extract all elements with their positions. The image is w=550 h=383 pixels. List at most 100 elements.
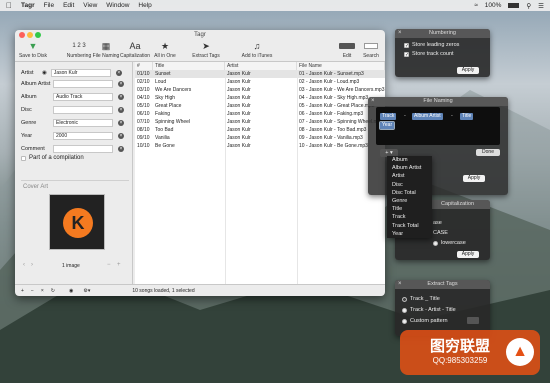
pattern-custom[interactable]: Custom pattern xyxy=(402,318,448,324)
clear-icon[interactable]: × xyxy=(41,288,44,294)
gear-icon[interactable]: ⚙▾ xyxy=(83,288,90,294)
clear-genre-icon[interactable]: × xyxy=(118,119,124,126)
capitalization-apply-button[interactable]: Apply xyxy=(457,251,479,258)
clear-comment-icon[interactable]: × xyxy=(118,145,124,152)
menu-item-token[interactable]: Album xyxy=(387,156,432,164)
pattern-track-title[interactable]: Track _ Title xyxy=(402,296,440,302)
numbering-apply-button[interactable]: Apply xyxy=(457,67,479,74)
leading-zeros-checkbox-box[interactable]: ✓ xyxy=(404,42,409,48)
done-button[interactable]: Done xyxy=(476,149,500,156)
menu-help[interactable]: Help xyxy=(138,2,151,9)
col-header-title[interactable]: Title xyxy=(153,62,225,70)
close-palette-icon[interactable]: × xyxy=(398,280,402,289)
table-row[interactable]: 08/10 Too Bad Jason Kulr 08 - Jason Kulr - … xyxy=(135,126,385,134)
next-image-icon[interactable]: › xyxy=(31,262,33,268)
genre-field[interactable]: Electronic xyxy=(53,118,113,127)
album-artist-field[interactable] xyxy=(53,79,113,88)
prev-image-icon[interactable]: ‹ xyxy=(23,262,25,268)
search-button[interactable]: Search xyxy=(359,40,383,59)
minimize-window-button[interactable] xyxy=(27,32,33,38)
menu-file[interactable]: File xyxy=(44,2,54,9)
col-header-artist[interactable]: Artist xyxy=(225,62,297,70)
edit-button[interactable]: Edit xyxy=(335,40,359,59)
table-row[interactable]: 01/10 Sunset Jason Kulr 01 - Jason Kulr - S… xyxy=(135,70,385,78)
custom-pattern-field[interactable] xyxy=(467,317,479,324)
eye-icon[interactable]: ◉ xyxy=(42,70,47,76)
menu-item-token[interactable]: Disc Total xyxy=(387,189,432,197)
battery-icon[interactable] xyxy=(508,3,520,8)
apple-menu-icon[interactable]:  xyxy=(6,1,12,10)
cap-option-partial[interactable]: ase xyxy=(433,220,442,226)
extract-tags-button[interactable]: ➤ Extract Tags xyxy=(188,40,224,59)
menu-item-token[interactable]: Genre xyxy=(387,197,432,205)
clear-album-icon[interactable]: × xyxy=(118,93,124,100)
album-field[interactable]: Audio Track xyxy=(53,92,113,101)
table-row[interactable]: 03/10 We Are Dancers Jason Kulr 03 - Jason … xyxy=(135,86,385,94)
menu-window[interactable]: Window xyxy=(106,2,129,9)
token-track[interactable]: Track xyxy=(380,113,397,120)
menu-item-token[interactable]: Disc xyxy=(387,181,432,189)
radio-lowercase[interactable] xyxy=(433,240,438,246)
app-menu[interactable]: Tagr xyxy=(21,2,35,9)
compilation-checkbox-box[interactable] xyxy=(21,155,26,161)
table-row[interactable]: 07/10 Spinning Wheel Jason Kulr 07 - Jason … xyxy=(135,118,385,126)
track-count-checkbox-box[interactable]: ✓ xyxy=(404,51,409,57)
table-row[interactable]: 05/10 Great Place Jason Kulr 05 - Jason Kul… xyxy=(135,102,385,110)
token-title[interactable]: Title xyxy=(460,113,474,120)
cover-logo: K xyxy=(63,208,93,238)
zoom-window-button[interactable] xyxy=(35,32,41,38)
all-in-one-button[interactable]: ★ All in One xyxy=(147,40,183,59)
remove-button[interactable]: − xyxy=(31,288,34,294)
radio-track-title[interactable] xyxy=(402,296,407,302)
disc-field[interactable] xyxy=(53,105,113,114)
token-year[interactable]: Year xyxy=(378,121,396,130)
track-count-checkbox[interactable]: ✓ Store track count xyxy=(404,51,454,57)
wifi-icon[interactable]: ≈ xyxy=(474,2,478,9)
table-row[interactable]: 10/10 Be Gone Jason Kulr 10 - Jason Kulr - … xyxy=(135,142,385,150)
menu-item-token[interactable]: Track Total xyxy=(387,222,432,230)
comment-field[interactable] xyxy=(53,144,113,153)
save-button[interactable]: ▼ Save to Disk xyxy=(15,40,51,59)
menu-edit[interactable]: Edit xyxy=(63,2,74,9)
menu-item-token[interactable]: Year xyxy=(387,230,432,238)
pattern-editor[interactable]: Track - Album Artist - Title Year xyxy=(376,107,500,145)
radio-track-artist-title[interactable] xyxy=(402,307,407,313)
file-naming-apply-button[interactable]: Apply xyxy=(463,175,485,182)
menu-item-token[interactable]: Artist xyxy=(387,172,432,180)
col-header-number[interactable]: # xyxy=(135,62,153,70)
clear-album-artist-icon[interactable]: × xyxy=(118,80,124,87)
add-to-itunes-button[interactable]: ♫ Add to iTunes xyxy=(235,40,279,59)
close-palette-icon[interactable]: × xyxy=(371,97,375,106)
refresh-icon[interactable]: ↻ xyxy=(51,288,55,294)
clear-artist-icon[interactable]: × xyxy=(115,69,122,76)
table-row[interactable]: 09/10 Vanilia Jason Kulr 09 - Jason Kulr - … xyxy=(135,134,385,142)
cap-option-lower[interactable]: lowercase xyxy=(433,240,466,246)
table-row[interactable]: 04/10 Sky High Jason Kulr 04 - Jason Kulr -… xyxy=(135,94,385,102)
clear-year-icon[interactable]: × xyxy=(118,132,124,139)
menu-item-token[interactable]: Album Artist xyxy=(387,164,432,172)
cap-option-upper[interactable]: CASE xyxy=(433,230,448,236)
remove-image-icon[interactable]: − xyxy=(107,262,111,268)
pattern-track-artist-title[interactable]: Track - Artist - Title xyxy=(402,307,456,313)
radio-custom[interactable] xyxy=(402,318,407,324)
year-field[interactable]: 2000 xyxy=(53,131,113,140)
search-icon[interactable]: ⚲ xyxy=(526,2,531,10)
table-row[interactable]: 06/10 Faking Jason Kulr 06 - Jason Kulr - F… xyxy=(135,110,385,118)
artist-field[interactable]: Jason Kulr xyxy=(50,68,111,77)
add-image-icon[interactable]: + xyxy=(117,262,121,268)
close-palette-icon[interactable]: × xyxy=(398,29,402,38)
token-album-artist[interactable]: Album Artist xyxy=(412,113,443,120)
table-row[interactable]: 02/10 Loud Jason Kulr 02 - Jason Kulr - Lou… xyxy=(135,78,385,86)
notification-icon[interactable]: ☰ xyxy=(538,2,544,10)
compilation-checkbox[interactable]: Part of a compilation xyxy=(21,155,84,161)
leading-zeros-checkbox[interactable]: ✓ Store leading zeros xyxy=(404,42,459,48)
clear-disc-icon[interactable]: × xyxy=(118,106,124,113)
menu-item-token[interactable]: Track xyxy=(387,213,432,221)
preview-eye-icon[interactable]: ◉ xyxy=(69,288,73,294)
col-header-filename[interactable]: File Name xyxy=(297,62,385,70)
close-window-button[interactable] xyxy=(19,32,25,38)
add-button[interactable]: + xyxy=(21,288,24,294)
cover-art-image[interactable]: K xyxy=(49,194,105,250)
menu-item-token[interactable]: Title xyxy=(387,205,432,213)
menu-view[interactable]: View xyxy=(83,2,97,9)
